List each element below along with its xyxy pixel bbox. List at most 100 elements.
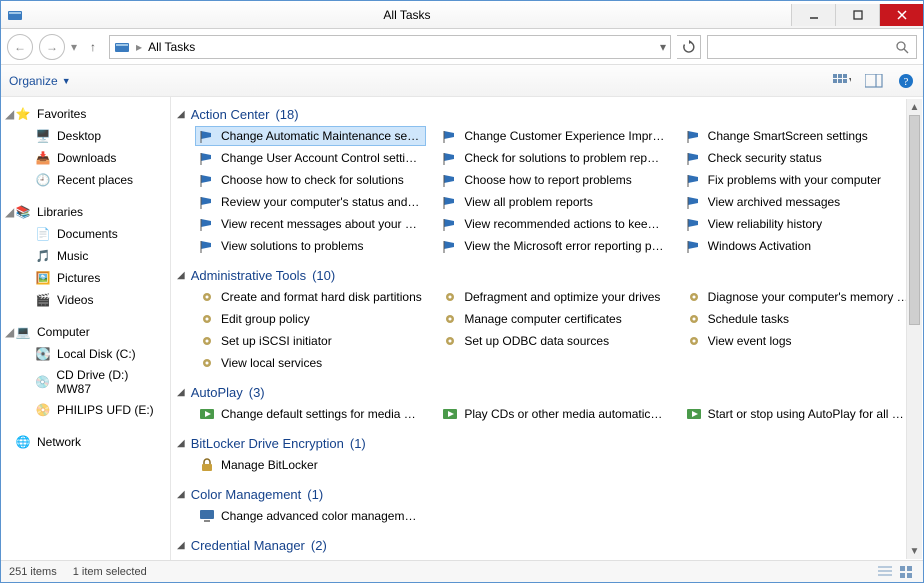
forward-button[interactable]: → <box>39 34 65 60</box>
scroll-track[interactable] <box>907 115 922 543</box>
task-item[interactable]: Start or stop using AutoPlay for all … <box>682 404 913 424</box>
task-item[interactable]: Choose how to check for solutions <box>195 170 426 190</box>
task-label: View reliability history <box>708 217 823 231</box>
nav-network[interactable]: 🌐 Network <box>1 431 170 453</box>
scroll-thumb[interactable] <box>909 115 920 325</box>
search-icon <box>894 39 910 55</box>
task-item[interactable]: View recent messages about your co… <box>195 214 426 234</box>
preview-pane-button[interactable] <box>865 72 883 90</box>
titlebar: All Tasks <box>1 1 923 29</box>
nav-videos[interactable]: 🎬Videos <box>1 289 170 311</box>
task-item[interactable]: Defragment and optimize your drives <box>438 287 669 307</box>
group-name: AutoPlay <box>191 385 243 400</box>
nav-computer[interactable]: ◢ 💻 Computer <box>1 321 170 343</box>
minimize-button[interactable] <box>791 4 835 26</box>
search-box[interactable] <box>707 35 917 59</box>
cd-icon: 💿 <box>35 374 50 390</box>
task-label: Choose how to check for solutions <box>221 173 404 187</box>
task-item[interactable]: Change Automatic Maintenance set… <box>195 126 426 146</box>
lock-icon <box>199 457 215 473</box>
nav-cd-drive[interactable]: 💿CD Drive (D:) MW87 <box>1 365 170 399</box>
organize-menu[interactable]: Organize ▼ <box>9 74 71 88</box>
task-item[interactable]: Schedule tasks <box>682 309 913 329</box>
task-item[interactable]: Change default settings for media or… <box>195 404 426 424</box>
nav-favorites[interactable]: ◢ ⭐ Favorites <box>1 103 170 125</box>
search-input[interactable] <box>714 39 894 55</box>
nav-usb-drive[interactable]: 📀PHILIPS UFD (E:) <box>1 399 170 421</box>
group-items: Change default settings for media or… Pla… <box>177 404 913 424</box>
recent-locations-dropdown[interactable]: ▾ <box>71 40 77 54</box>
nav-music[interactable]: 🎵Music <box>1 245 170 267</box>
nav-recent[interactable]: 🕘Recent places <box>1 169 170 191</box>
task-item[interactable]: Manage computer certificates <box>438 309 669 329</box>
back-button[interactable]: ← <box>7 34 33 60</box>
scroll-up-button[interactable]: ▲ <box>907 99 922 115</box>
nav-label: Favorites <box>37 107 86 121</box>
nav-local-disk[interactable]: 💽Local Disk (C:) <box>1 343 170 365</box>
nav-documents[interactable]: 📄Documents <box>1 223 170 245</box>
scroll-down-button[interactable]: ▼ <box>907 543 922 559</box>
task-item[interactable]: Change User Account Control settings <box>195 148 426 168</box>
flag-icon <box>686 150 702 166</box>
task-item[interactable]: Fix problems with your computer <box>682 170 913 190</box>
task-item[interactable]: Edit group policy <box>195 309 426 329</box>
chevron-down-icon: ▼ <box>62 76 71 86</box>
star-icon: ⭐ <box>15 106 31 122</box>
task-item[interactable]: Play CDs or other media automatically <box>438 404 669 424</box>
network-icon: 🌐 <box>15 434 31 450</box>
task-item[interactable]: View all problem reports <box>438 192 669 212</box>
task-item[interactable]: Change SmartScreen settings <box>682 126 913 146</box>
task-item[interactable]: View archived messages <box>682 192 913 212</box>
group-header[interactable]: ◢Credential Manager(2) <box>177 532 913 557</box>
task-item[interactable]: View recommended actions to keep … <box>438 214 669 234</box>
group-count: (1) <box>350 436 366 451</box>
task-item[interactable]: Set up iSCSI initiator <box>195 331 426 351</box>
refresh-button[interactable] <box>677 35 701 59</box>
vertical-scrollbar[interactable]: ▲ ▼ <box>906 99 922 559</box>
address-crumb[interactable]: All Tasks <box>148 40 195 54</box>
address-bar[interactable]: ▸ All Tasks ▾ <box>109 35 671 59</box>
group-header[interactable]: ◢Action Center(18) <box>177 101 913 126</box>
task-label: Change Customer Experience Impro… <box>464 129 665 143</box>
group-header[interactable]: ◢Color Management(1) <box>177 481 913 506</box>
disk-icon: 💽 <box>35 346 51 362</box>
explorer-window: All Tasks ← → ▾ ↑ ▸ All Tasks ▾ Organize… <box>0 0 924 583</box>
task-item[interactable]: Change Customer Experience Impro… <box>438 126 669 146</box>
task-item[interactable]: View event logs <box>682 331 913 351</box>
task-item[interactable]: View the Microsoft error reporting pr… <box>438 236 669 256</box>
address-history-dropdown[interactable]: ▾ <box>660 40 666 54</box>
task-item[interactable]: View reliability history <box>682 214 913 234</box>
task-item[interactable]: Check for solutions to problem repo… <box>438 148 669 168</box>
task-label: View local services <box>221 356 322 370</box>
group-header[interactable]: ◢Administrative Tools(10) <box>177 262 913 287</box>
nav-libraries[interactable]: ◢ 📚 Libraries <box>1 201 170 223</box>
group-header[interactable]: ◢BitLocker Drive Encryption(1) <box>177 430 913 455</box>
task-item[interactable]: Create and format hard disk partitions <box>195 287 426 307</box>
nav-desktop[interactable]: 🖥️Desktop <box>1 125 170 147</box>
task-item[interactable]: Check security status <box>682 148 913 168</box>
close-button[interactable] <box>879 4 923 26</box>
task-label: Diagnose your computer's memory … <box>708 290 909 304</box>
task-item[interactable]: Choose how to report problems <box>438 170 669 190</box>
help-button[interactable]: ? <box>897 72 915 90</box>
details-view-button[interactable] <box>877 565 893 579</box>
task-item[interactable]: Change advanced color manageme… <box>195 506 426 526</box>
task-item[interactable]: Set up ODBC data sources <box>438 331 669 351</box>
up-button[interactable]: ↑ <box>83 37 103 57</box>
group-header[interactable]: ◢AutoPlay(3) <box>177 379 913 404</box>
maximize-button[interactable] <box>835 4 879 26</box>
icons-view-button[interactable] <box>899 565 915 579</box>
task-label: View event logs <box>708 334 792 348</box>
task-item[interactable]: View local services <box>195 353 426 373</box>
address-separator: ▸ <box>136 40 142 54</box>
task-item[interactable]: View solutions to problems <box>195 236 426 256</box>
task-item[interactable]: Manage BitLocker <box>195 455 426 475</box>
task-label: View the Microsoft error reporting pr… <box>464 239 665 253</box>
view-options-button[interactable] <box>833 72 851 90</box>
task-item[interactable]: Review your computer's status and r… <box>195 192 426 212</box>
flag-icon <box>199 238 215 254</box>
nav-pictures[interactable]: 🖼️Pictures <box>1 267 170 289</box>
nav-downloads[interactable]: 📥Downloads <box>1 147 170 169</box>
task-item[interactable]: Windows Activation <box>682 236 913 256</box>
task-item[interactable]: Diagnose your computer's memory … <box>682 287 913 307</box>
